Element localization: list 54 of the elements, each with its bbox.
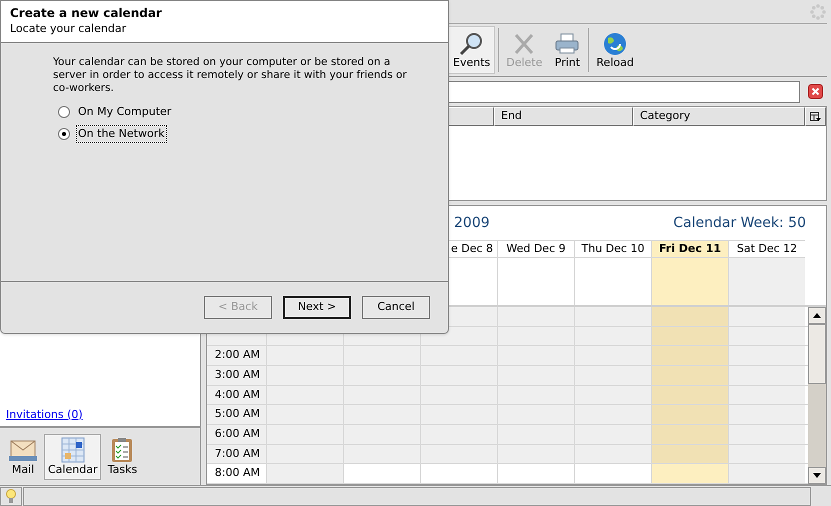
calendar-title: 2009: [454, 214, 490, 232]
nav-button[interactable]: Tasks: [103, 434, 142, 480]
calendar-week: Calendar Week: 50: [673, 214, 806, 232]
time-slot[interactable]: [651, 464, 728, 484]
toolbar-button[interactable]: Reload: [591, 26, 639, 74]
time-slot[interactable]: [574, 405, 651, 424]
time-slot[interactable]: [420, 444, 497, 464]
column-picker-button[interactable]: [805, 107, 826, 126]
globe-icon: [602, 32, 628, 56]
printer-icon: [554, 32, 580, 56]
nav-button[interactable]: Calendar: [44, 434, 102, 480]
time-slot[interactable]: [728, 444, 805, 464]
scrollbar[interactable]: [808, 307, 826, 484]
search-icon: [458, 32, 485, 56]
time-slot[interactable]: [574, 326, 651, 346]
dialog-button[interactable]: Next >: [283, 296, 351, 319]
dialog-description: Your calendar can be stored on your computer or be stored on a server in order to access it remotely or share it with your friends or co-workers.: [53, 56, 408, 95]
radio-option[interactable]: On the Network: [58, 126, 408, 142]
nav-button[interactable]: Mail: [4, 434, 42, 480]
time-slot[interactable]: [266, 464, 343, 484]
time-label: 7:00 AM: [207, 444, 266, 464]
day-header: Fri Dec 11: [652, 240, 728, 257]
time-slot[interactable]: [574, 386, 651, 404]
time-label: 4:00 AM: [207, 386, 266, 404]
clear-icon[interactable]: [808, 84, 823, 99]
column-header[interactable]: Category: [633, 107, 805, 126]
column-header[interactable]: End: [494, 107, 633, 126]
down-arrow-icon: [813, 473, 821, 478]
time-slot[interactable]: [497, 444, 574, 464]
time-slot[interactable]: [728, 405, 805, 424]
radio-button[interactable]: [58, 128, 70, 140]
dialog-button[interactable]: Cancel: [362, 296, 430, 319]
spinner-icon: [810, 4, 826, 20]
time-slot[interactable]: [728, 346, 805, 366]
time-slot[interactable]: [574, 346, 651, 366]
time-slot[interactable]: [728, 386, 805, 404]
time-slot[interactable]: [574, 444, 651, 464]
time-slot[interactable]: [728, 326, 805, 346]
up-arrow-icon: [813, 313, 821, 318]
dialog-title: Create a new calendar: [10, 6, 163, 21]
radio-button[interactable]: [58, 106, 70, 118]
time-label: 5:00 AM: [207, 405, 266, 424]
invitations-link[interactable]: Invitations (0): [6, 406, 194, 423]
dialog-subtitle: Locate your calendar: [10, 21, 128, 36]
time-label: 3:00 AM: [207, 366, 266, 385]
time-label: 6:00 AM: [207, 425, 266, 444]
time-slot[interactable]: [343, 444, 420, 464]
time-label: 2:00 AM: [207, 346, 266, 366]
toolbar-button[interactable]: Print: [549, 26, 586, 74]
time-slot[interactable]: [728, 464, 805, 484]
time-slot[interactable]: [266, 444, 343, 464]
radio-option[interactable]: On My Computer: [58, 104, 408, 120]
column-picker-icon: [810, 112, 821, 122]
toolbar-button[interactable]: Events: [448, 26, 496, 74]
